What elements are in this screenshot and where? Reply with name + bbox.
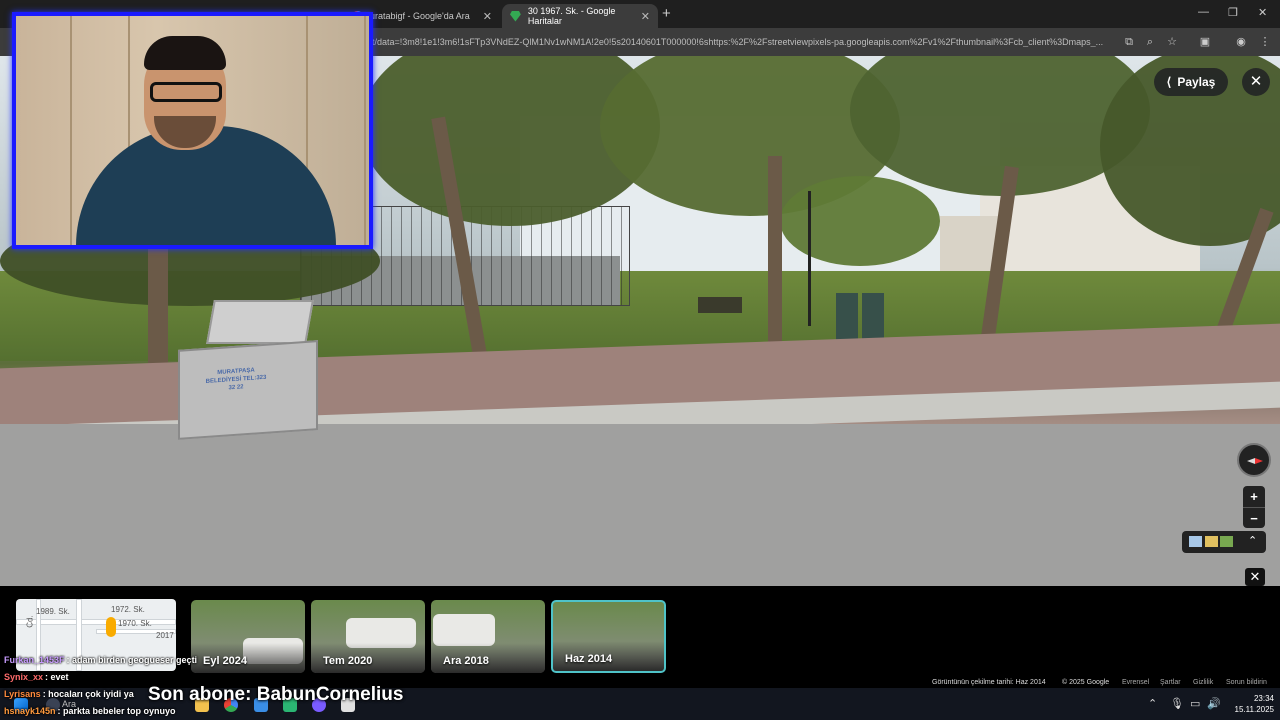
zoom-out-icon[interactable]: −: [1243, 507, 1265, 528]
street-label: 2017: [156, 631, 174, 640]
trash-can: [862, 293, 884, 341]
chat-username: Synix_xx: [4, 672, 44, 682]
webcam-overlay: [12, 12, 373, 249]
timeline-thumbnail[interactable]: Eyl 2024: [191, 600, 305, 673]
tree-trunk: [768, 156, 782, 356]
link-terms[interactable]: Şartlar: [1160, 679, 1181, 686]
minimize-icon[interactable]: —: [1198, 6, 1209, 18]
last-subscriber-banner: Son abone: BabunCornelius: [148, 684, 404, 705]
trash-can: [836, 293, 858, 341]
chat-message: hsnayk145n: parkta bebeler top oynuyo: [4, 706, 176, 716]
timeline-thumbnail[interactable]: Ara 2018: [431, 600, 545, 673]
close-timeline-button[interactable]: ✕: [1245, 568, 1265, 586]
terrain-layer-icon[interactable]: [1205, 536, 1218, 547]
close-icon: ✕: [1249, 569, 1261, 584]
tree-trunk: [148, 246, 168, 366]
tab-google-maps[interactable]: 30 1967. Sk. - Google Haritalar ✕: [502, 4, 658, 28]
van: [433, 614, 495, 646]
glasses: [150, 82, 222, 102]
zoom-control: + −: [1243, 486, 1265, 528]
pegman-icon[interactable]: [106, 617, 116, 637]
chat-username: hsnayk145n: [4, 706, 56, 716]
map-layer-icon[interactable]: [1189, 536, 1202, 547]
chevron-up-icon[interactable]: ⌃: [1248, 534, 1257, 547]
copyright: © 2025 Google: [1062, 679, 1110, 686]
share-button[interactable]: ⟨ Paylaş: [1154, 68, 1228, 96]
chevron-up-icon[interactable]: ⌃: [1148, 697, 1157, 710]
street-label: 1989. Sk.: [36, 607, 70, 616]
chat-message: Furkan_1453F: adam birden geogueser geçt…: [4, 655, 197, 665]
share-label: Paylaş: [1177, 75, 1216, 89]
link-privacy[interactable]: Gizlilik: [1193, 679, 1213, 686]
park-bench: [698, 297, 742, 313]
close-tab-icon[interactable]: ✕: [483, 10, 492, 23]
street-label: Cd.: [25, 615, 35, 628]
chat-message: Lyrisans: hocaları çok iyidi ya: [4, 689, 134, 699]
bookmark-star-icon[interactable]: ☆: [1166, 36, 1178, 48]
mic-icon[interactable]: 🎙: [1170, 697, 1184, 710]
chat-text: : evet: [45, 672, 69, 682]
restore-icon[interactable]: ❐: [1228, 6, 1238, 19]
clock-date: 15.11.2025: [1234, 705, 1274, 714]
chat-text: : adam birden geogueser geçti: [66, 655, 198, 665]
chat-text: : hocaları çok iyidi ya: [42, 689, 134, 699]
speaker-icon[interactable]: 🔊: [1207, 697, 1221, 710]
extensions-icon[interactable]: ▣: [1199, 36, 1211, 48]
container-lid: [206, 300, 314, 344]
tab-title: uratabigf - Google'da Ara: [370, 11, 470, 21]
timeline-thumbnail-selected[interactable]: Haz 2014: [551, 600, 666, 673]
zoom-in-icon[interactable]: +: [1243, 486, 1265, 507]
road: [0, 424, 1280, 586]
thumbnail-date: Tem 2020: [323, 655, 373, 667]
timeline-thumbnail[interactable]: Tem 2020: [311, 600, 425, 673]
lamp-post: [808, 191, 811, 326]
clock[interactable]: 23:34 15.11.2025: [1222, 693, 1274, 715]
thumbnail-date: Ara 2018: [443, 655, 489, 667]
chat-username: Lyrisans: [4, 689, 41, 699]
share-icon: ⟨: [1166, 75, 1172, 89]
profile-icon[interactable]: ◉: [1235, 36, 1247, 48]
compass-needle: [1247, 458, 1263, 464]
link-report-problem[interactable]: Sorun bildirin: [1226, 679, 1267, 686]
thumbnail-date: Haz 2014: [565, 653, 613, 665]
close-street-view-button[interactable]: ✕: [1242, 68, 1270, 96]
container-text: MURATPAŞA BELEDİYESİ TEL:323 32 22: [205, 367, 267, 392]
thumbnail-date: Eyl 2024: [203, 655, 248, 667]
link-universal[interactable]: Evrensel: [1122, 679, 1149, 686]
window-close-icon[interactable]: ✕: [1258, 6, 1267, 19]
clock-time: 23:34: [1253, 694, 1274, 703]
street-label: 1972. Sk.: [111, 605, 145, 614]
install-app-icon[interactable]: ⧉: [1123, 36, 1135, 48]
wardrobe-panel: [16, 16, 72, 245]
menu-icon[interactable]: ⋮: [1259, 36, 1271, 48]
tab-title: 30 1967. Sk. - Google Haritalar: [527, 6, 616, 26]
close-icon: ✕: [1249, 73, 1263, 90]
zoom-icon[interactable]: ⌕: [1144, 36, 1156, 48]
street-label: 1970. Sk.: [118, 619, 152, 628]
maps-favicon-icon: [510, 10, 521, 22]
tree-canopy: [780, 176, 940, 266]
network-icon[interactable]: ▭: [1190, 697, 1200, 710]
chat-username: Furkan_1453F: [4, 655, 65, 665]
chat-message: Synix_xx: evet: [4, 672, 69, 682]
new-tab-icon[interactable]: +: [662, 5, 671, 22]
close-tab-icon[interactable]: ✕: [641, 10, 650, 23]
streamer-hair: [144, 36, 226, 70]
satellite-layer-icon[interactable]: [1220, 536, 1233, 547]
url-field[interactable]: t/data=!3m8!1e1!3m6!1sFTp3VNdEZ-QlM1Nv1w…: [372, 37, 1117, 47]
layers-control[interactable]: ⌃: [1182, 531, 1266, 553]
garbage-container: MURATPAŞA BELEDİYESİ TEL:323 32 22: [178, 340, 318, 440]
chat-text: : parkta bebeler top oynuyo: [57, 706, 176, 716]
compass-icon[interactable]: [1237, 443, 1271, 477]
